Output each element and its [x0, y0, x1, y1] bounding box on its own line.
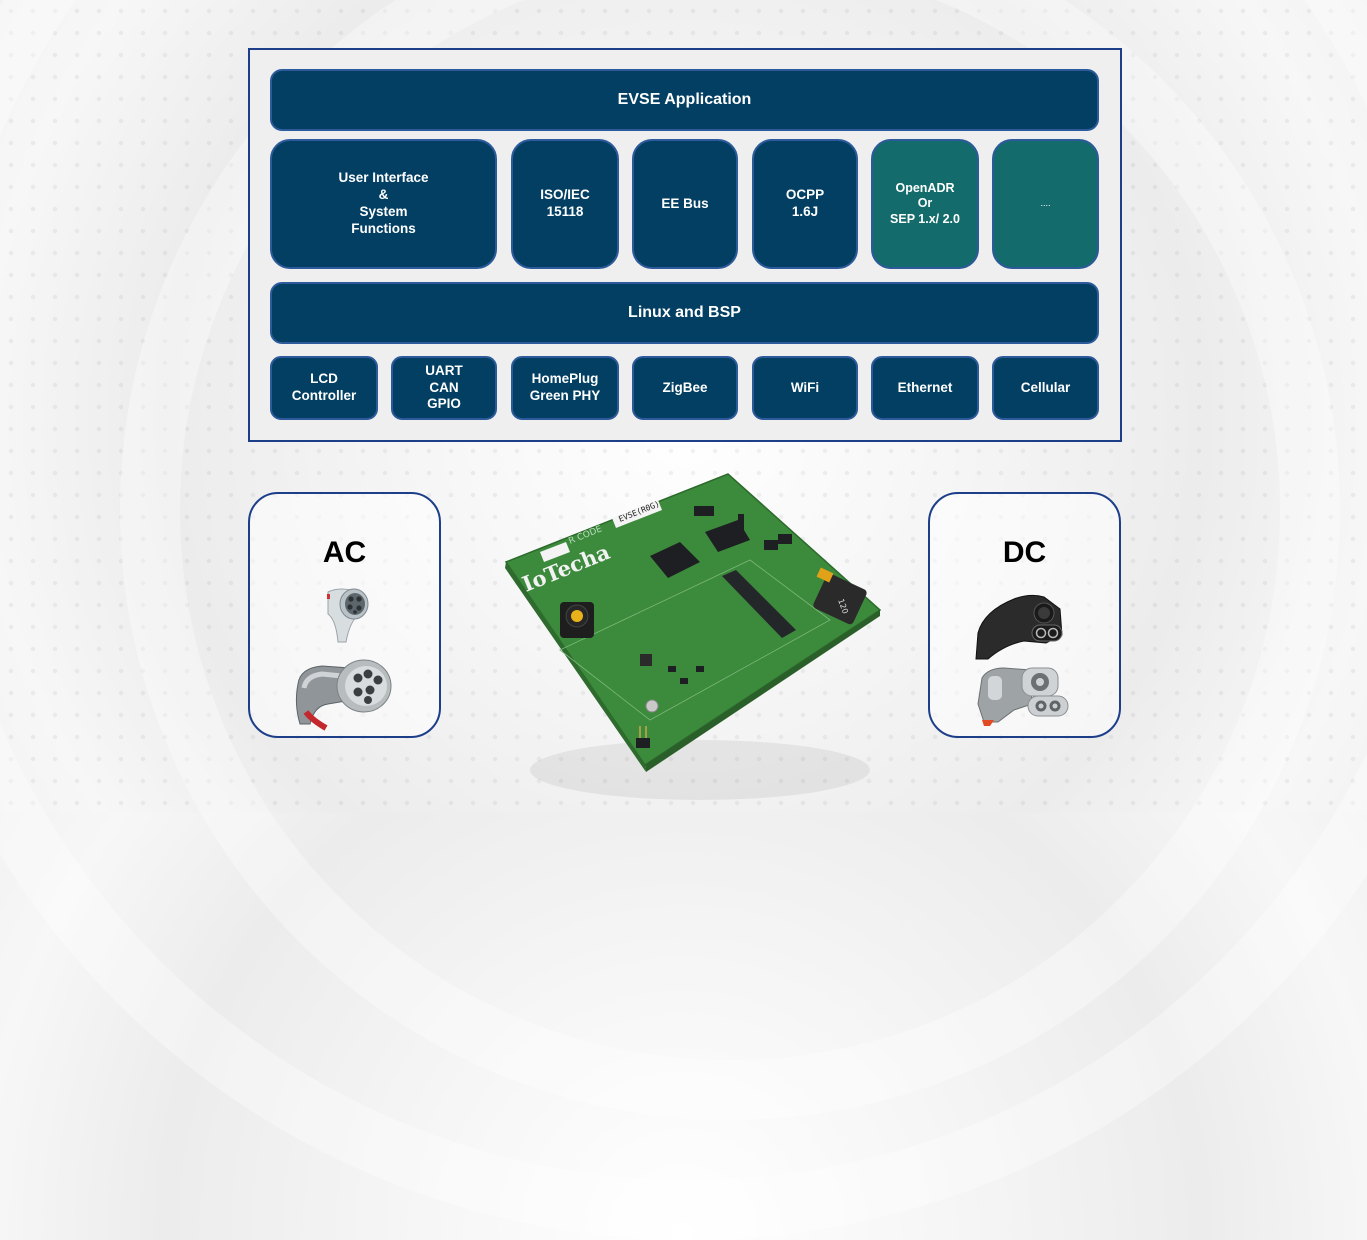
dc-connector-card: DC — [928, 492, 1121, 738]
chademo-connector-icon — [975, 594, 1063, 660]
module-label: ISO/IEC 15118 — [540, 187, 590, 219]
interface-uart-can-gpio: UART CAN GPIO — [391, 356, 497, 420]
interface-label: UART CAN GPIO — [425, 362, 463, 412]
evse-application-bar: EVSE Application — [270, 69, 1099, 131]
module-user-interface: User Interface & System Functions — [270, 139, 497, 269]
module-iso-iec-15118: ISO/IEC 15118 — [511, 139, 619, 269]
dc-title: DC — [1002, 536, 1047, 569]
ac-title: AC — [322, 536, 367, 569]
interface-ethernet: Ethernet — [871, 356, 979, 420]
module-label: OpenADR Or SEP 1.x/ 2.0 — [890, 180, 960, 226]
evse-application-label: EVSE Application — [617, 91, 752, 108]
module-label: OCPP 1.6J — [785, 187, 825, 219]
interface-label: LCD Controller — [291, 371, 357, 403]
ac-connector-card: AC — [248, 492, 441, 738]
interface-cellular: Cellular — [992, 356, 1099, 420]
module-label: EE Bus — [661, 195, 709, 211]
module-openadr: OpenADR Or SEP 1.x/ 2.0 — [871, 139, 979, 269]
module-more: .... — [992, 139, 1099, 269]
module-ee-bus: EE Bus — [632, 139, 738, 269]
interface-label: WiFi — [790, 379, 820, 395]
module-label: User Interface & System Functions — [338, 170, 429, 236]
interface-zigbee: ZigBee — [632, 356, 738, 420]
type1-connector-icon — [327, 588, 369, 643]
linux-bsp-label: Linux and BSP — [628, 304, 741, 321]
interface-label: HomePlug Green PHY — [529, 371, 601, 403]
interface-wifi: WiFi — [752, 356, 858, 420]
interface-label: ZigBee — [662, 379, 708, 395]
module-label: .... — [1040, 198, 1051, 209]
type2-connector-icon — [295, 659, 392, 731]
evse-controller-board-image: 120 EVSE(R0G) R CODE IoTecha — [504, 473, 882, 800]
interface-label: Cellular — [1020, 379, 1071, 395]
module-ocpp: OCPP 1.6J — [752, 139, 858, 269]
interface-homeplug: HomePlug Green PHY — [511, 356, 619, 420]
interface-label: Ethernet — [897, 379, 953, 395]
ccs-combo-connector-icon — [977, 667, 1069, 726]
linux-bsp-bar: Linux and BSP — [270, 282, 1099, 344]
interface-lcd-controller: LCD Controller — [270, 356, 378, 420]
